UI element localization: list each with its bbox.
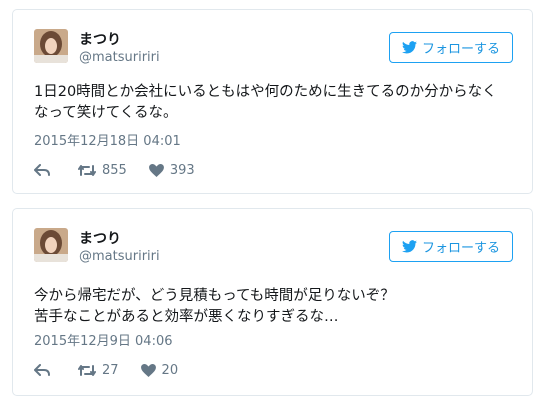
follow-button[interactable]: フォローする (389, 32, 513, 63)
tweet-text-line: 1日20時間とか会社にいるともはや何のために生きてるのか分からなく (34, 84, 497, 100)
like-button[interactable]: 20 (140, 363, 179, 378)
retweet-count: 27 (102, 363, 119, 378)
reply-button[interactable] (34, 164, 56, 177)
avatar[interactable] (34, 29, 68, 63)
reply-icon (34, 364, 50, 376)
twitter-bird-icon (401, 240, 417, 253)
twitter-bird-icon (401, 41, 417, 54)
retweet-count: 855 (102, 163, 127, 178)
tweet-card: まつり @matsuririri フォローする 1日20時間とか会社にいるともは… (12, 9, 533, 194)
tweet-actions: 855 393 (34, 163, 217, 178)
display-name[interactable]: まつり (79, 29, 121, 49)
retweet-icon (78, 165, 96, 176)
user-handle[interactable]: @matsuririri (79, 249, 160, 264)
follow-label: フォローする (421, 241, 500, 256)
tweet-text-line: なって笑けてくるな。 (34, 105, 178, 121)
avatar[interactable] (34, 228, 68, 262)
heart-icon (148, 164, 164, 177)
reply-icon (34, 164, 50, 176)
timestamp[interactable]: 2015年12月18日 04:01 (34, 130, 181, 149)
timestamp[interactable]: 2015年12月9日 04:06 (34, 330, 173, 349)
reply-button[interactable] (34, 364, 56, 377)
heart-icon (140, 364, 156, 377)
user-handle[interactable]: @matsuririri (79, 50, 160, 65)
follow-label: フォローする (421, 42, 500, 57)
tweet-text: 1日20時間とか会社にいるともはや何のために生きてるのか分からなく なって笑けて… (34, 82, 524, 124)
like-count: 393 (169, 163, 195, 178)
tweet-text: 今から帰宅だが、どう見積もっても時間が足りないぞ？ 苦手なことがあると効率が悪く… (34, 286, 524, 328)
tweet-actions: 27 20 (34, 363, 200, 378)
follow-button[interactable]: フォローする (389, 231, 513, 262)
tweet-card: まつり @matsuririri フォローする 今から帰宅だが、どう見積もっても… (12, 208, 533, 396)
tweet-text-line: 苦手なことがあると効率が悪くなりすぎるな… (34, 309, 339, 325)
retweet-icon (78, 365, 96, 376)
like-count: 20 (161, 363, 179, 378)
retweet-button[interactable]: 27 (78, 363, 119, 378)
display-name[interactable]: まつり (79, 228, 121, 248)
tweet-text-line: 今から帰宅だが、どう見積もっても時間が足りないぞ？ (34, 288, 395, 304)
retweet-button[interactable]: 855 (78, 163, 127, 178)
like-button[interactable]: 393 (148, 163, 195, 178)
